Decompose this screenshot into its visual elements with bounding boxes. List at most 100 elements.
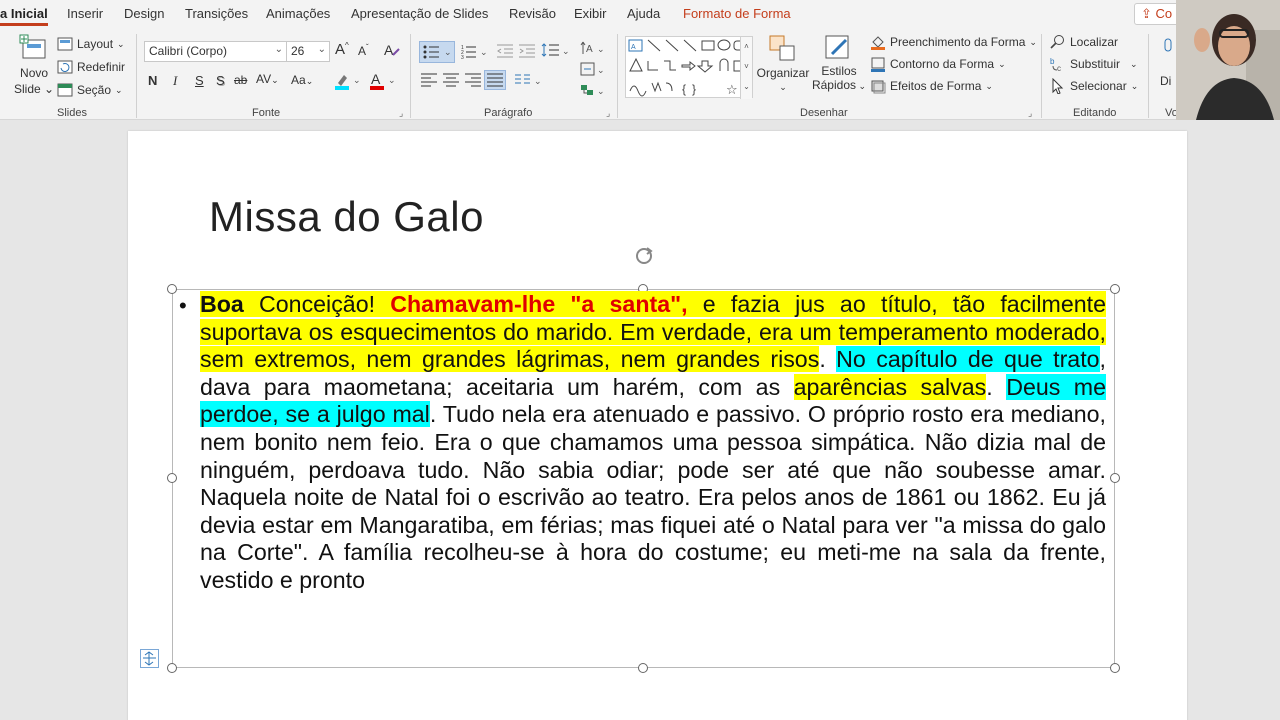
search-icon (1050, 35, 1064, 49)
chevron-down-icon: ⌄ (317, 44, 326, 55)
arrange-icon (769, 35, 795, 61)
svg-text:c: c (1057, 64, 1061, 72)
tab-shape-format[interactable]: Formato de Forma (683, 6, 791, 21)
dictate-label: Di (1160, 74, 1172, 88)
divider (1041, 34, 1042, 118)
quick-styles-label2: Rápidos ⌄ (811, 78, 867, 92)
resize-handle[interactable] (167, 473, 177, 483)
text-run: aparências salvas (793, 373, 987, 400)
cursor-icon (1052, 78, 1064, 94)
bold-button[interactable]: N (148, 73, 157, 88)
reset-label: Redefinir (77, 60, 126, 74)
section-icon (57, 83, 73, 97)
justify-button[interactable] (484, 70, 506, 90)
columns-icon[interactable]: ⌄ (514, 72, 544, 88)
increase-indent-icon[interactable] (518, 43, 536, 59)
italic-button[interactable]: I (173, 73, 177, 89)
svg-text:}: } (692, 82, 696, 96)
rotate-handle-icon[interactable] (634, 246, 654, 266)
dialog-launcher-icon[interactable]: ⌟ (399, 108, 403, 119)
font-color-button[interactable]: A ⌄ (369, 71, 399, 94)
svg-text:☆: ☆ (726, 82, 738, 97)
dictate-button[interactable]: Di (1160, 38, 1176, 88)
tab-view[interactable]: Exibir (574, 6, 607, 21)
char-spacing-button[interactable]: AV⌄ (256, 72, 279, 86)
bullets-icon: ⌄ (423, 45, 452, 59)
tab-design[interactable]: Design (124, 6, 164, 21)
tab-animations[interactable]: Animações (266, 6, 330, 21)
dialog-launcher-icon[interactable]: ⌟ (1028, 108, 1032, 119)
tab-review[interactable]: Revisão (509, 6, 556, 21)
svg-text:A: A (384, 42, 394, 58)
body-text[interactable]: Boa Conceição! Chamavam-lhe "a santa", e… (200, 291, 1107, 595)
section-button[interactable]: Seção ⌄ (57, 82, 123, 98)
shape-fill-button[interactable]: Preenchimento da Forma ⌄ (870, 34, 1037, 50)
grow-font-button[interactable]: A^ (335, 41, 349, 58)
select-button[interactable]: Selecionar ⌄ (1050, 78, 1138, 94)
ribbon: Novo Slide ⌄ Layout ⌄ Redefinir Seção ⌄ Sl… (0, 28, 1280, 120)
highlight-color-button[interactable]: ⌄ (334, 71, 364, 94)
align-text-icon[interactable]: ⌄ (580, 61, 606, 77)
reset-icon (57, 60, 73, 74)
svg-text:⌄: ⌄ (388, 75, 396, 85)
resize-handle[interactable] (167, 663, 177, 673)
text-run: Boa (200, 291, 244, 317)
tab-home[interactable]: a Inicial (0, 6, 48, 26)
underline-button[interactable]: S (195, 73, 204, 88)
chevron-down-icon: ⌄ (779, 82, 787, 92)
text-shadow-button[interactable]: S (216, 73, 225, 88)
tab-slideshow[interactable]: Apresentação de Slides (351, 6, 488, 21)
strikethrough-button[interactable]: ab (234, 73, 247, 87)
tab-transitions[interactable]: Transições (185, 6, 248, 21)
gallery-scroll[interactable]: ˄ ˅ ⌄ (740, 37, 752, 99)
numbering-button[interactable]: 1 2 3 ⌄ (460, 43, 490, 61)
divider (410, 34, 411, 118)
new-slide-button[interactable]: Novo Slide ⌄ (14, 34, 54, 96)
text-direction-icon[interactable]: A ⌄ (580, 40, 606, 56)
text-run: . (986, 373, 1007, 400)
shape-outline-label: Contorno da Forma (890, 57, 995, 71)
line-spacing-icon[interactable]: ⌄ (541, 42, 571, 58)
find-label: Localizar (1070, 35, 1119, 49)
new-slide-icon (19, 34, 46, 59)
resize-handle[interactable] (1110, 473, 1120, 483)
justify-icon (487, 73, 503, 87)
reset-button[interactable]: Redefinir (57, 59, 125, 75)
shape-outline-button[interactable]: Contorno da Forma ⌄ (870, 56, 1006, 72)
divider (1148, 34, 1149, 118)
replace-button[interactable]: bc Substituir ⌄ (1050, 56, 1138, 72)
slide-title[interactable]: Missa do Galo (209, 193, 484, 241)
decrease-indent-icon[interactable] (496, 43, 514, 59)
find-button[interactable]: Localizar (1050, 34, 1118, 50)
text-run: Conceição! (243, 291, 391, 317)
align-right-icon[interactable] (464, 72, 482, 88)
resize-handle[interactable] (1110, 663, 1120, 673)
resize-handle[interactable] (167, 284, 177, 294)
shrink-font-button[interactable]: Aˇ (358, 43, 369, 58)
svg-text:A: A (586, 44, 593, 55)
align-center-icon[interactable] (442, 72, 460, 88)
quick-styles-button[interactable]: Estilos Rápidos ⌄ (812, 34, 866, 92)
autofit-options-button[interactable] (140, 649, 159, 668)
font-name-combo[interactable]: Calibri (Corpo) ⌄ (144, 41, 287, 62)
resize-handle[interactable] (1110, 284, 1120, 294)
svg-text:⌄: ⌄ (353, 75, 361, 85)
dialog-launcher-icon[interactable]: ⌟ (606, 108, 610, 119)
svg-text:A: A (631, 44, 636, 51)
align-left-icon[interactable] (420, 72, 438, 88)
font-size-combo[interactable]: 26 ⌄ (286, 41, 330, 62)
tab-help[interactable]: Ajuda (627, 6, 660, 21)
editing-group-label: Editando (1073, 107, 1117, 119)
resize-handle[interactable] (638, 663, 648, 673)
smartart-icon[interactable]: ⌄ (580, 82, 606, 98)
layout-button[interactable]: Layout ⌄ (57, 36, 125, 52)
tab-insert[interactable]: Inserir (67, 6, 103, 21)
font-size-value: 26 (291, 44, 305, 58)
bullets-button[interactable]: ⌄ (419, 41, 455, 63)
svg-text:⌄: ⌄ (444, 47, 452, 57)
arrange-button[interactable]: Organizar ⌄ (757, 34, 809, 93)
change-case-button[interactable]: Aa⌄ (291, 73, 313, 87)
clear-formatting-icon[interactable]: A (383, 41, 401, 62)
shape-effects-button[interactable]: Efeitos de Forma ⌄ (870, 78, 993, 94)
shapes-gallery[interactable]: A {} ☆ ˄ ˅ ⌄ (625, 36, 753, 99)
